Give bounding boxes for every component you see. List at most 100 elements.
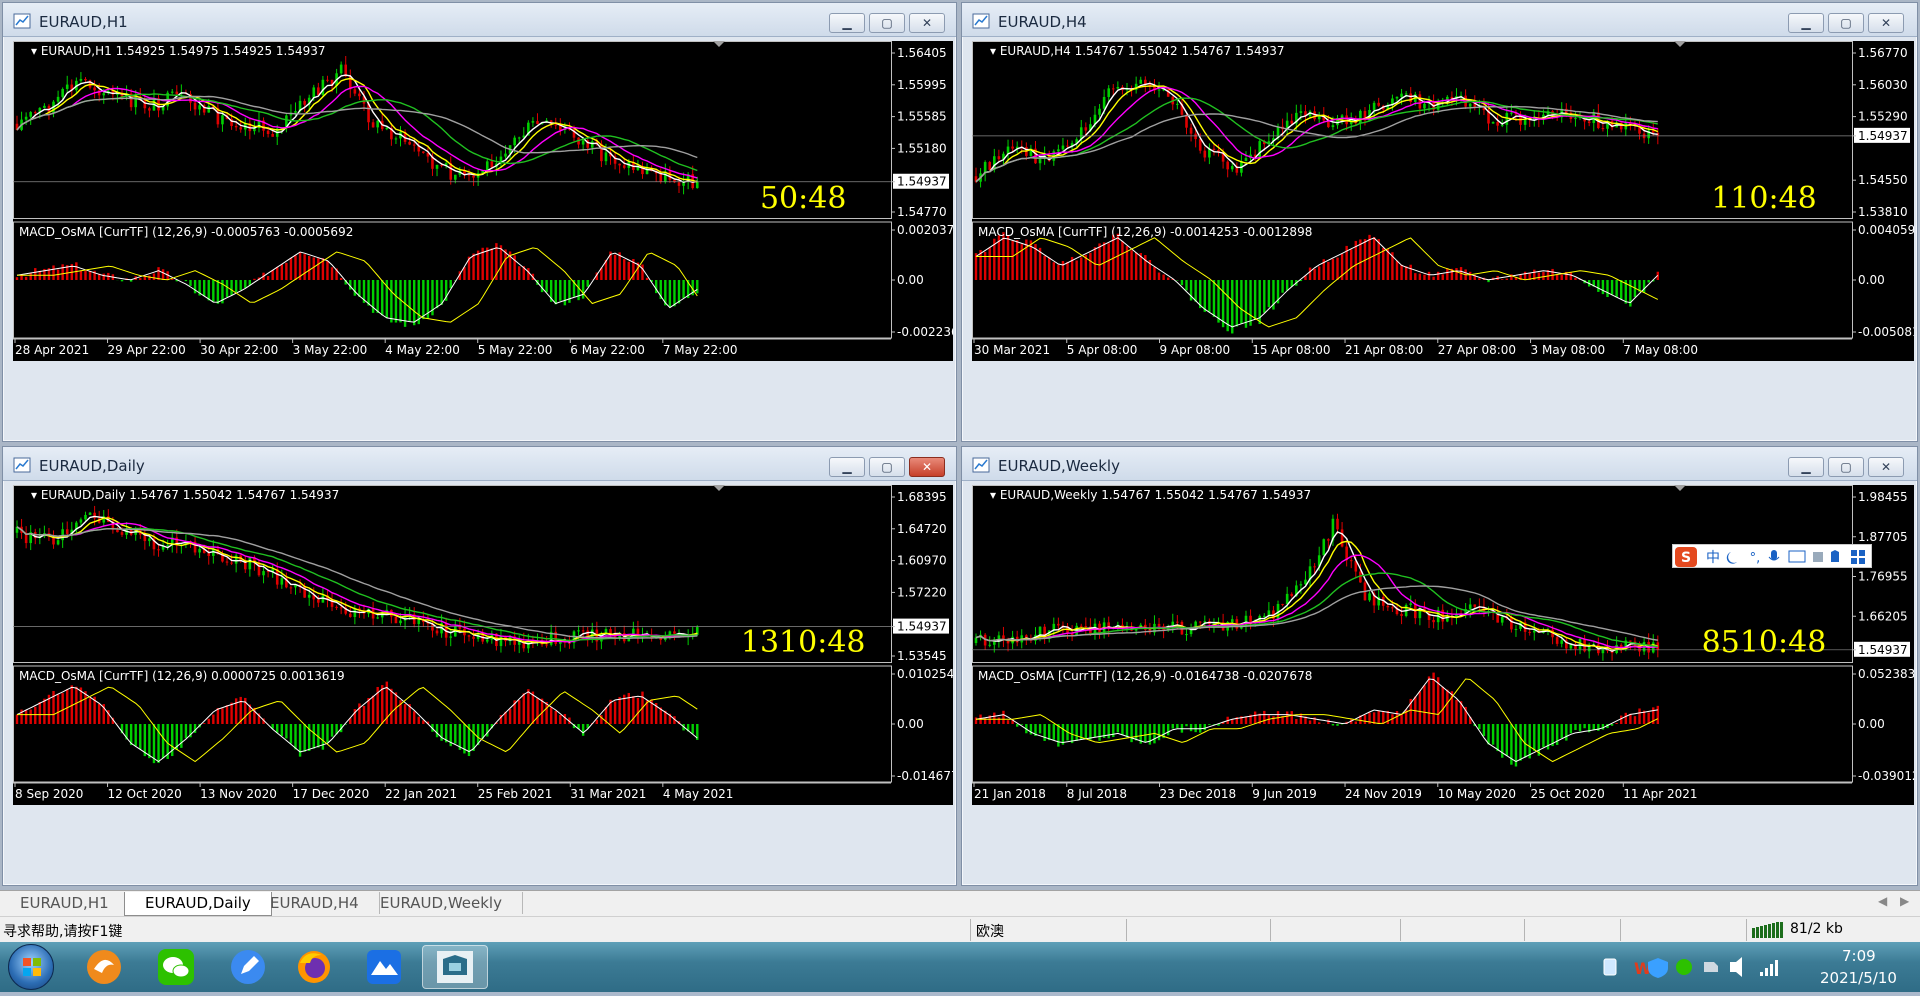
tab-euraud-h1[interactable]: EURAUD,H1 (0, 892, 130, 914)
macd-histogram-bar (1524, 272, 1526, 280)
minimize-button[interactable]: ▁ (829, 13, 865, 33)
macd-histogram-bar (1414, 273, 1416, 280)
price-chart-daily[interactable]: ▾ EURAUD,Daily 1.54767 1.55042 1.54767 1… (13, 485, 953, 805)
tab-scroll-right-icon[interactable]: ▶ (1900, 894, 1909, 908)
candle-body (317, 599, 320, 602)
macd-histogram-bar (367, 280, 369, 306)
macd-histogram-bar (66, 689, 68, 724)
macd-histogram-bar (1442, 687, 1444, 724)
macd-histogram-bar (1382, 248, 1384, 280)
macd-histogram-bar (504, 249, 506, 280)
macd-histogram-bar (596, 720, 598, 724)
title-bar[interactable]: EURAUD,H1 ▁ ▢ ✕ (3, 3, 956, 37)
candle-body (472, 637, 475, 639)
minimize-button[interactable]: ▁ (1788, 457, 1824, 477)
taskbar-app-5[interactable] (352, 945, 416, 989)
maximize-button[interactable]: ▢ (1828, 457, 1864, 477)
candle-body (1199, 139, 1202, 151)
close-button[interactable]: ✕ (909, 13, 945, 33)
taskbar-app-1[interactable] (72, 945, 136, 989)
minimize-button[interactable]: ▁ (1788, 13, 1824, 33)
candle-body (1373, 103, 1376, 110)
candle-body (591, 141, 594, 147)
macd-histogram-bar (1268, 280, 1270, 307)
maximize-button[interactable]: ▢ (869, 457, 905, 477)
taskbar-wechat[interactable] (144, 945, 208, 989)
candle-body (376, 121, 379, 128)
price-chart-h1[interactable]: ▾ EURAUD,H1 1.54925 1.54975 1.54925 1.54… (13, 41, 953, 361)
candle-body (1204, 151, 1207, 158)
start-button[interactable] (8, 944, 54, 990)
title-bar[interactable]: EURAUD,H4 ▁ ▢ ✕ (962, 3, 1917, 37)
macd-histogram-bar (322, 724, 324, 750)
maximize-button[interactable]: ▢ (1828, 13, 1864, 33)
macd-histogram-bar (221, 708, 223, 724)
chart-window-h1[interactable]: EURAUD,H1 ▁ ▢ ✕ ▾ EURAUD,H1 1.54925 1.54… (2, 2, 957, 442)
title-bar[interactable]: EURAUD,Weekly ▁ ▢ ✕ (962, 447, 1917, 481)
candle-body (358, 94, 361, 97)
candle-body (171, 92, 174, 93)
candle-body (57, 540, 60, 544)
macd-histogram-bar (1442, 274, 1444, 280)
time-axis-label: 15 Apr 08:00 (1252, 343, 1330, 357)
macd-histogram-bar (1208, 280, 1210, 312)
macd-axis-label: -0.0390127 (1858, 769, 1914, 783)
title-bar[interactable]: EURAUD,Daily ▁ ▢ ✕ (3, 447, 956, 481)
candle-body (532, 121, 535, 123)
clock-time[interactable]: 7:09 (1842, 947, 1876, 965)
candle-body (194, 103, 197, 110)
chart-window-weekly[interactable]: EURAUD,Weekly ▁ ▢ ✕ ▾ EURAUD,Weekly 1.54… (961, 446, 1918, 886)
macd-histogram-bar (1263, 280, 1265, 313)
taskbar-app-3[interactable] (216, 945, 280, 989)
macd-histogram-bar (303, 724, 305, 752)
candle-body (157, 549, 160, 550)
macd-histogram-bar (162, 269, 164, 280)
taskbar-metatrader[interactable] (422, 945, 488, 989)
macd-histogram-bar (253, 279, 255, 280)
candle-body (1510, 113, 1513, 114)
macd-histogram-bar (1501, 279, 1503, 280)
chart-area[interactable]: ▾ EURAUD,H1 1.54925 1.54975 1.54925 1.54… (13, 41, 953, 361)
price-chart-h4[interactable]: ▾ EURAUD,H4 1.54767 1.55042 1.54767 1.54… (972, 41, 1914, 361)
chart-area[interactable]: ▾ EURAUD,Daily 1.54767 1.55042 1.54767 1… (13, 485, 953, 805)
minimize-button[interactable]: ▁ (829, 457, 865, 477)
candle-body (221, 115, 224, 124)
macd-histogram-bar (308, 256, 310, 280)
macd-histogram-bar (1167, 277, 1169, 280)
macd-histogram-bar (1561, 724, 1563, 738)
macd-histogram-bar (1419, 274, 1421, 280)
macd-axis-label: 0.0020372 (897, 223, 953, 237)
macd-histogram-bar (162, 724, 164, 758)
close-button[interactable]: ✕ (909, 457, 945, 477)
tab-scroll-left-icon[interactable]: ◀ (1878, 894, 1887, 908)
moving-average-line (17, 527, 697, 639)
close-button[interactable]: ✕ (1868, 13, 1904, 33)
price-axis-label: 1.56405 (897, 46, 947, 60)
candle-body (1300, 111, 1303, 113)
macd-histogram-bar (418, 717, 420, 724)
candle-body (34, 112, 37, 113)
clock-date[interactable]: 2021/5/10 (1820, 969, 1897, 987)
macd-histogram-bar (436, 280, 438, 308)
chart-area[interactable]: ▾ EURAUD,Weekly 1.54767 1.55042 1.54767 … (972, 485, 1914, 805)
maximize-button[interactable]: ▢ (869, 13, 905, 33)
ime-toolbar[interactable]: S 中 °, (1672, 544, 1872, 568)
macd-histogram-bar (1593, 724, 1595, 730)
chart-area[interactable]: ▾ EURAUD,H4 1.54767 1.55042 1.54767 1.54… (972, 41, 1914, 361)
taskbar-firefox[interactable] (282, 945, 346, 989)
time-axis-label: 24 Nov 2019 (1345, 787, 1422, 801)
macd-histogram-bar (1625, 713, 1627, 724)
macd-histogram-bar (1332, 724, 1334, 725)
tab-euraud-weekly[interactable]: EURAUD,Weekly (360, 892, 523, 914)
candle-body (577, 630, 580, 631)
price-axis-label: 1.54937 (897, 620, 947, 634)
price-chart-weekly[interactable]: ▾ EURAUD,Weekly 1.54767 1.55042 1.54767 … (972, 485, 1914, 805)
window-title: EURAUD,Weekly (998, 457, 1120, 475)
close-button[interactable]: ✕ (1868, 457, 1904, 477)
chart-window-h4[interactable]: EURAUD,H4 ▁ ▢ ✕ ▾ EURAUD,H4 1.54767 1.55… (961, 2, 1918, 442)
status-help-text: 寻求帮助,请按F1键 (3, 921, 122, 941)
macd-histogram-bar (1519, 724, 1521, 761)
time-axis-label: 6 May 22:00 (570, 343, 645, 357)
candle-body (1176, 622, 1179, 623)
chart-window-daily[interactable]: EURAUD,Daily ▁ ▢ ✕ ▾ EURAUD,Daily 1.5476… (2, 446, 957, 886)
